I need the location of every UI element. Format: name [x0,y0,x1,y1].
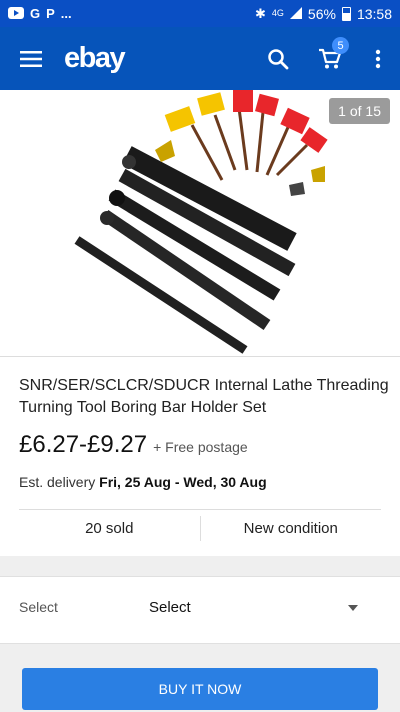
variation-select-card: Select Select [0,576,400,644]
more-options-button[interactable] [356,27,400,90]
app-bar: ebay 5 [0,27,400,90]
ebay-logo[interactable]: ebay [64,42,126,75]
p-icon: P [46,6,55,21]
signal-icon [289,6,302,22]
delivery-estimate: Est. delivery Fri, 25 Aug - Wed, 30 Aug [19,474,267,490]
postage: + Free postage [153,439,248,455]
buy-it-now-button[interactable]: BUY IT NOW [22,668,378,710]
delivery-dates: Fri, 25 Aug - Wed, 30 Aug [99,474,267,490]
menu-button[interactable] [0,27,62,90]
product-image-gallery[interactable]: 1 of 15 [0,90,400,356]
item-condition: New condition [243,519,338,537]
cart-button[interactable]: 5 [304,27,356,90]
product-title: SNR/SER/SCLCR/SDUCR Internal Lathe Threa… [19,377,389,416]
clock: 13:58 [356,5,392,22]
bluetooth-icon: ✱ [255,6,266,21]
sold-count: 20 sold [85,519,134,537]
network-type: 4G [271,8,284,18]
product-info-card: SNR/SER/SCLCR/SDUCR Internal Lathe Threa… [0,356,400,556]
more-notifications-text: ... [60,6,72,21]
hamburger-icon [20,50,42,67]
status-bar: G P ... ✱ 4G 56% 13:58 [0,0,400,27]
image-counter: 1 of 15 [329,98,390,124]
price: £6.27-£9.27 [19,431,148,458]
price-row: £6.27-£9.27 + Free postage [19,431,248,459]
variation-dropdown[interactable]: Select [149,599,191,616]
dropdown-caret-icon[interactable] [348,605,358,611]
battery-icon [341,6,351,21]
battery-percent: 56% [307,5,336,22]
delivery-label: Est. delivery [19,474,96,490]
g-icon: G [30,6,41,21]
boring-bars [74,146,297,354]
torx-keys [164,90,328,181]
variation-label: Select [19,599,58,615]
search-button[interactable] [252,27,304,90]
more-vert-icon [375,49,381,68]
notification-icons: G P ... [8,6,72,22]
youtube-icon [8,6,24,22]
product-image[interactable] [67,90,333,356]
cart-count-badge: 5 [332,37,349,54]
search-icon [268,48,289,69]
item-stats: 20 sold New condition [19,509,381,546]
